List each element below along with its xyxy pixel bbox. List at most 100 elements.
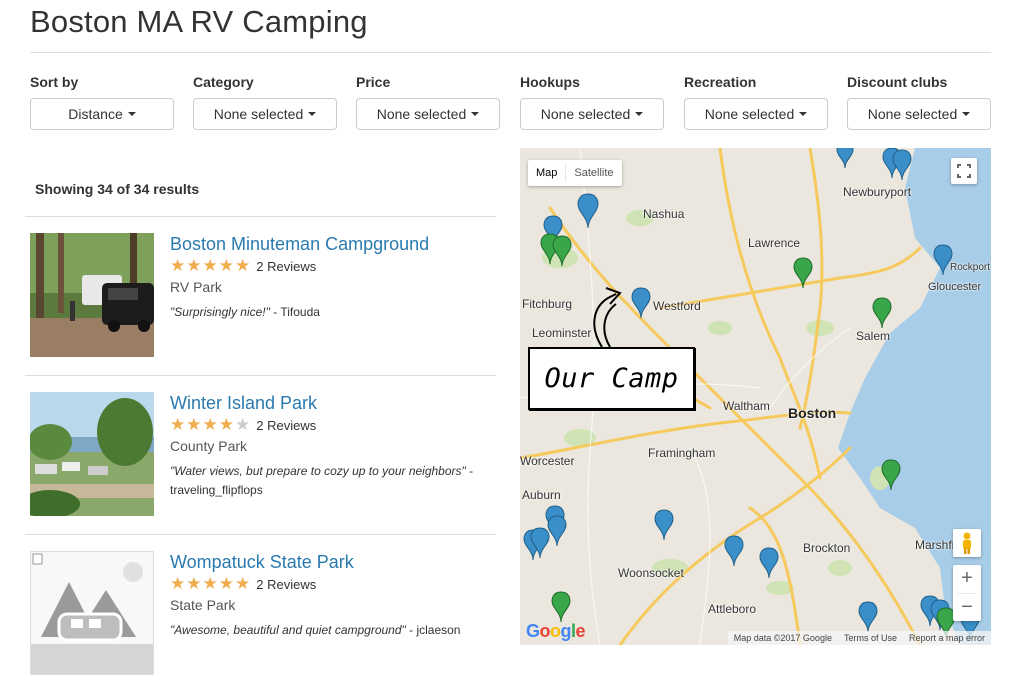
map-data-text: Map data ©2017 Google bbox=[733, 633, 832, 643]
filter-label: Category bbox=[193, 74, 254, 90]
report-map-error-link[interactable]: Report a map error bbox=[909, 631, 985, 645]
star-icon: ★ bbox=[202, 256, 218, 275]
star-icon: ★ bbox=[235, 574, 251, 593]
recreation-dropdown[interactable]: None selected bbox=[684, 98, 828, 130]
star-icon: ★ bbox=[235, 256, 251, 275]
results-count: Showing 34 of 34 results bbox=[35, 181, 200, 197]
listing-item: Wompatuck State Park ★ ★ ★ ★ ★ 2 Reviews Sta… bbox=[25, 534, 496, 687]
rating: ★ ★ ★ ★ ★ 2 Reviews bbox=[170, 574, 500, 594]
fullscreen-button[interactable] bbox=[951, 158, 977, 184]
terms-of-use-link[interactable]: Terms of Use bbox=[844, 631, 897, 645]
listing-item: Boston Minuteman Campground ★ ★ ★ ★ ★ 2 Revi… bbox=[25, 216, 496, 375]
campground-photo-image bbox=[30, 233, 154, 357]
campground-photo-image bbox=[30, 392, 154, 516]
listing-name-link[interactable]: Wompatuck State Park bbox=[170, 551, 500, 573]
caret-down-icon bbox=[308, 112, 317, 116]
filter-sort-by: Sort by Distance bbox=[30, 74, 174, 130]
rating: ★ ★ ★ ★ ★ 2 Reviews bbox=[170, 415, 500, 435]
listing-info: Boston Minuteman Campground ★ ★ ★ ★ ★ 2 Revi… bbox=[170, 233, 500, 322]
map-label-worcester: Worcester bbox=[520, 454, 575, 468]
map-label-gloucester: Gloucester bbox=[928, 281, 982, 293]
dropdown-value: None selected bbox=[704, 106, 795, 122]
title-divider bbox=[30, 52, 991, 53]
price-dropdown[interactable]: None selected bbox=[356, 98, 500, 130]
filter-label: Hookups bbox=[520, 74, 580, 90]
listing-photo[interactable] bbox=[30, 392, 154, 516]
google-logo[interactable]: Google bbox=[526, 621, 586, 642]
caret-down-icon bbox=[962, 112, 971, 116]
star-icon: ★ bbox=[186, 574, 202, 593]
dropdown-value: None selected bbox=[213, 106, 304, 122]
map-type-control: Map Satellite bbox=[528, 160, 622, 186]
filter-price: Price None selected bbox=[356, 74, 500, 130]
quote-text: "Awesome, beautiful and quiet campground… bbox=[170, 623, 406, 637]
rating: ★ ★ ★ ★ ★ 2 Reviews bbox=[170, 256, 500, 276]
pegman-icon bbox=[963, 532, 971, 554]
review-count[interactable]: 2 Reviews bbox=[256, 259, 316, 274]
listing-name-link[interactable]: Boston Minuteman Campground bbox=[170, 233, 500, 255]
zoom-control: + − bbox=[953, 565, 981, 621]
zoom-in-button[interactable]: + bbox=[953, 565, 981, 593]
map-tab[interactable]: Map bbox=[528, 160, 565, 186]
map-label-marshfield: Marshfi bbox=[915, 538, 955, 552]
star-icon: ★ bbox=[218, 256, 234, 275]
listing-type: County Park bbox=[170, 438, 248, 454]
star-icon: ★ bbox=[218, 574, 234, 593]
listing-item: Winter Island Park ★ ★ ★ ★ ★ 2 Reviews Count… bbox=[25, 375, 496, 534]
map-label-brockton: Brockton bbox=[803, 541, 851, 555]
satellite-tab[interactable]: Satellite bbox=[566, 160, 621, 186]
map-label-woonsocket: Woonsocket bbox=[618, 566, 684, 580]
listing-name-link[interactable]: Winter Island Park bbox=[170, 392, 500, 414]
map-label-attleboro: Attleboro bbox=[708, 602, 757, 616]
star-icon: ★ bbox=[202, 415, 218, 434]
map-label-waltham: Waltham bbox=[723, 399, 770, 413]
map-label-newburyport: Newburyport bbox=[843, 185, 912, 199]
sort-by-dropdown[interactable]: Distance bbox=[30, 98, 174, 130]
hookups-dropdown[interactable]: None selected bbox=[520, 98, 664, 130]
caret-down-icon bbox=[127, 112, 136, 116]
map-label-westford: Westford bbox=[653, 299, 701, 313]
listing-type: RV Park bbox=[170, 279, 222, 295]
star-icon: ★ bbox=[170, 574, 186, 593]
dropdown-value: None selected bbox=[867, 106, 958, 122]
listing-photo[interactable] bbox=[30, 233, 154, 357]
review-quote: "Awesome, beautiful and quiet campground… bbox=[170, 621, 500, 640]
review-quote: "Surprisingly nice!" - Tifouda bbox=[170, 303, 500, 322]
listing-photo[interactable] bbox=[30, 551, 154, 675]
filter-recreation: Recreation None selected bbox=[684, 74, 828, 130]
discount-clubs-dropdown[interactable]: None selected bbox=[847, 98, 991, 130]
star-icon: ★ bbox=[170, 256, 186, 275]
map-label-auburn: Auburn bbox=[522, 488, 561, 502]
map-label-leominster: Leominster bbox=[532, 326, 592, 340]
map-label-boston: Boston bbox=[788, 405, 837, 421]
street-view-pegman[interactable] bbox=[953, 529, 981, 557]
quote-author: - Tifouda bbox=[269, 305, 320, 319]
star-icon: ★ bbox=[170, 415, 186, 434]
quote-text: "Water views, but prepare to cozy up to … bbox=[170, 464, 466, 478]
quote-text: "Surprisingly nice!" bbox=[170, 305, 270, 319]
star-empty-icon: ★ bbox=[235, 415, 251, 434]
map[interactable]: Nashua Newburyport Lawrence Rockport Glo… bbox=[520, 148, 991, 645]
listing-info: Wompatuck State Park ★ ★ ★ ★ ★ 2 Reviews Sta… bbox=[170, 551, 500, 640]
dropdown-value: None selected bbox=[376, 106, 467, 122]
listing-info: Winter Island Park ★ ★ ★ ★ ★ 2 Reviews Count… bbox=[170, 392, 500, 500]
filter-hookups: Hookups None selected bbox=[520, 74, 664, 130]
our-camp-callout: Our Camp bbox=[528, 347, 695, 410]
placeholder-campground-image bbox=[31, 552, 153, 674]
filter-category: Category None selected bbox=[193, 74, 337, 130]
review-count[interactable]: 2 Reviews bbox=[256, 577, 316, 592]
fullscreen-icon bbox=[957, 164, 971, 178]
map-attribution: Map data ©2017 Google Terms of Use Repor… bbox=[727, 631, 991, 645]
filter-label: Sort by bbox=[30, 74, 79, 90]
category-dropdown[interactable]: None selected bbox=[193, 98, 337, 130]
filter-label: Price bbox=[356, 74, 391, 90]
map-label-salem: Salem bbox=[856, 329, 891, 343]
dropdown-value: None selected bbox=[540, 106, 631, 122]
map-label-nashua: Nashua bbox=[643, 207, 685, 221]
zoom-out-button[interactable]: − bbox=[953, 594, 981, 622]
map-label-lawrence: Lawrence bbox=[748, 236, 801, 250]
review-count[interactable]: 2 Reviews bbox=[256, 418, 316, 433]
listing-type: State Park bbox=[170, 597, 236, 613]
quote-author: - jclaeson bbox=[405, 623, 461, 637]
review-quote: "Water views, but prepare to cozy up to … bbox=[170, 462, 500, 500]
